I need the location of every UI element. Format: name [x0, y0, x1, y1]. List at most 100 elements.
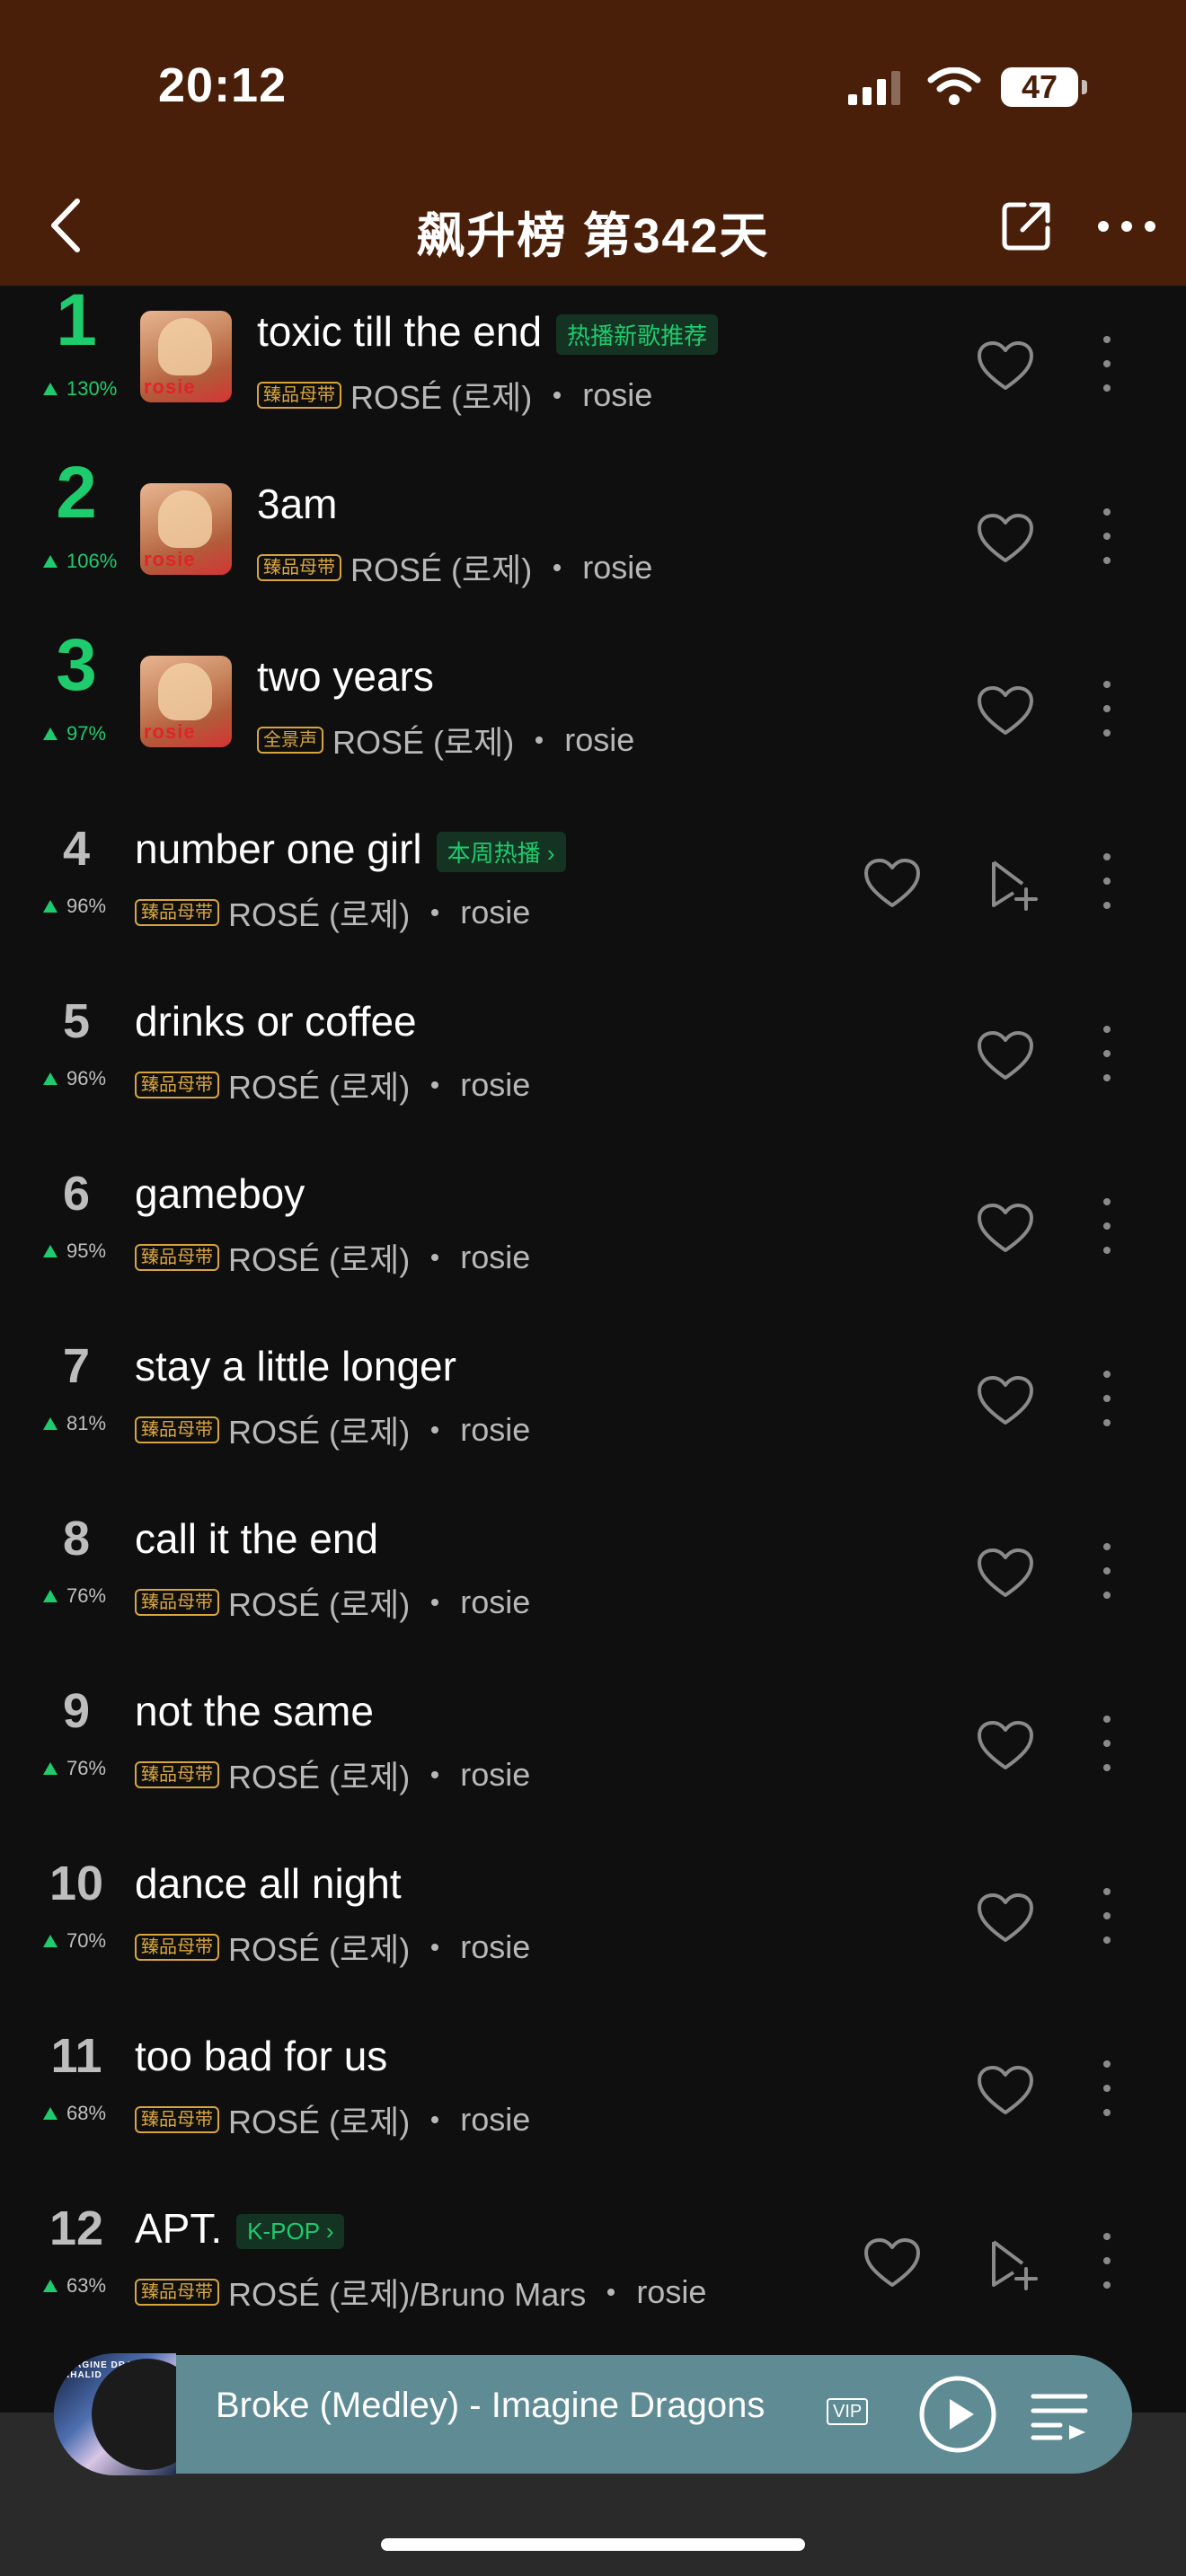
trend-up-icon — [43, 1590, 58, 1602]
song-meta: 臻品母带 ROSÉ (로제) rosie — [135, 1751, 530, 1798]
song-row[interactable]: 10 70% dance all night 臻品母带 ROSÉ (로제) rosie — [0, 1838, 1186, 2010]
song-row[interactable]: 1 130% rosie toxic till the end 热播新歌推荐 臻品母带 RO… — [0, 279, 1186, 458]
song-row[interactable]: 5 96% drinks or coffee 臻品母带 ROSÉ (로제) rosie — [0, 975, 1186, 1148]
song-row[interactable]: 11 68% too bad for us 臻品母带 ROSÉ (로제) rosie — [0, 2010, 1186, 2183]
trend-up-icon — [43, 900, 58, 913]
trend-indicator: 68% — [43, 2102, 106, 2125]
trend-up-icon — [43, 2107, 58, 2120]
play-icon[interactable] — [918, 2375, 997, 2454]
like-heart-icon[interactable] — [976, 1892, 1035, 1944]
album-cover-text: rosie — [144, 548, 196, 570]
song-more-icon[interactable] — [1098, 336, 1116, 392]
artist-name: ROSÉ (로제) — [350, 551, 533, 588]
trend-percent: 63% — [66, 2274, 107, 2297]
song-title-text: too bad for us — [135, 2033, 388, 2079]
album-name: rosie — [460, 1411, 531, 1448]
song-meta: 臻品母带 ROSÉ (로제) rosie — [135, 1062, 530, 1108]
song-title: not the same — [135, 1687, 374, 1735]
song-row[interactable]: 2 106% rosie 3am 臻品母带 ROSÉ (로제) rosie — [0, 452, 1186, 631]
wifi-icon — [927, 67, 981, 105]
trend-percent: 76% — [66, 1584, 107, 1607]
like-heart-icon[interactable] — [976, 1374, 1035, 1426]
artist-name: ROSÉ (로제) — [228, 1931, 411, 1968]
song-title: APT. K-POP › — [135, 2204, 345, 2253]
song-more-icon[interactable] — [1098, 508, 1116, 564]
song-meta: 臻品母带 ROSÉ (로제) rosie — [257, 372, 652, 419]
song-tag[interactable]: K-POP › — [236, 2214, 345, 2250]
trend-percent: 130% — [66, 377, 118, 400]
song-more-icon[interactable] — [1098, 1888, 1116, 1944]
playlist-queue-icon[interactable] — [1030, 2387, 1089, 2441]
song-more-icon[interactable] — [1098, 1543, 1116, 1599]
song-tag[interactable]: 本周热播 › — [436, 832, 566, 873]
trend-indicator: 95% — [43, 1239, 106, 1263]
song-more-icon[interactable] — [1098, 1198, 1116, 1254]
album-name: rosie — [460, 1928, 531, 1965]
share-icon[interactable] — [999, 199, 1053, 253]
like-heart-icon[interactable] — [976, 512, 1035, 564]
artist-name: ROSÉ (로제) — [228, 1069, 411, 1106]
trend-up-icon — [43, 555, 58, 568]
album-name: rosie — [460, 1066, 531, 1103]
album-name: rosie — [460, 894, 531, 931]
quality-badge: 臻品母带 — [257, 382, 341, 409]
trend-up-icon — [43, 1762, 58, 1775]
trend-percent: 97% — [66, 722, 107, 745]
song-title-text: two years — [257, 653, 434, 700]
more-options-button[interactable] — [1098, 214, 1155, 239]
album-cover: rosie — [140, 311, 232, 402]
song-row[interactable]: 8 76% call it the end 臻品母带 ROSÉ (로제) rosie — [0, 1493, 1186, 1665]
trend-indicator: 70% — [43, 1929, 106, 1953]
song-title-text: call it the end — [135, 1515, 379, 1562]
trend-up-icon — [43, 383, 58, 395]
album-name: rosie — [564, 721, 635, 758]
song-more-icon[interactable] — [1098, 2233, 1116, 2289]
like-heart-icon[interactable] — [863, 857, 922, 909]
song-row[interactable]: 3 97% rosie two years 全景声 ROSÉ (로제) rosie — [0, 624, 1186, 803]
like-heart-icon[interactable] — [863, 2236, 922, 2289]
song-title: drinks or coffee — [135, 997, 417, 1045]
song-row[interactable]: 9 76% not the same 臻品母带 ROSÉ (로제) rosie — [0, 1665, 1186, 1838]
rank-number: 3 — [56, 624, 97, 706]
album-cover: rosie — [140, 656, 232, 747]
song-more-icon[interactable] — [1098, 1026, 1116, 1081]
song-more-icon[interactable] — [1098, 2060, 1116, 2116]
song-tag[interactable]: 热播新歌推荐 — [556, 314, 719, 356]
artist-name: ROSÉ (로제) — [228, 896, 411, 933]
rank-number: 2 — [56, 452, 97, 534]
trend-percent: 81% — [66, 1412, 107, 1434]
trend-percent: 70% — [66, 1929, 107, 1952]
song-list: 1 130% rosie toxic till the end 热播新歌推荐 臻品母带 RO… — [0, 279, 1186, 2355]
trend-percent: 95% — [66, 1239, 107, 1262]
song-more-icon[interactable] — [1098, 1371, 1116, 1426]
like-heart-icon[interactable] — [976, 1202, 1035, 1254]
mini-player[interactable]: Broke (Medley) - Imagine Dragons VIP — [54, 2355, 1132, 2474]
like-heart-icon[interactable] — [976, 1547, 1035, 1599]
song-more-icon[interactable] — [1098, 681, 1116, 737]
now-playing-album-art[interactable]: IMAGINE DRAGONS • KHALID — [54, 2353, 176, 2475]
add-to-playlist-icon[interactable] — [987, 857, 1042, 911]
song-row[interactable]: 12 63% APT. K-POP › 臻品母带 ROSÉ (로제)/Bruno Mars… — [0, 2183, 1186, 2355]
artist-name: ROSÉ (로제) — [332, 724, 515, 761]
add-to-playlist-icon[interactable] — [987, 2236, 1042, 2290]
song-title: too bad for us — [135, 2032, 387, 2080]
separator-dot — [535, 737, 544, 744]
like-heart-icon[interactable] — [976, 684, 1035, 737]
like-heart-icon[interactable] — [976, 2064, 1035, 2116]
like-heart-icon[interactable] — [976, 1029, 1035, 1081]
like-heart-icon[interactable] — [976, 1719, 1035, 1771]
song-meta: 全景声 ROSÉ (로제) rosie — [257, 717, 634, 763]
song-row[interactable]: 4 96% number one girl 本周热播 › 臻品母带 ROSÉ (로제) ro… — [0, 803, 1186, 975]
separator-dot — [431, 909, 439, 916]
song-more-icon[interactable] — [1098, 1716, 1116, 1771]
cellular-signal-icon — [848, 71, 900, 105]
song-meta: 臻品母带 ROSÉ (로제) rosie — [135, 1924, 530, 1971]
song-more-icon[interactable] — [1098, 853, 1116, 909]
song-row[interactable]: 7 81% stay a little longer 臻品母带 ROSÉ (로제) ros… — [0, 1320, 1186, 1493]
artist-name: ROSÉ (로제) — [228, 1586, 411, 1623]
song-row[interactable]: 6 95% gameboy 臻品母带 ROSÉ (로제) rosie — [0, 1148, 1186, 1320]
like-heart-icon[interactable] — [976, 340, 1035, 392]
quality-badge: 臻品母带 — [257, 554, 341, 581]
song-title: toxic till the end 热播新歌推荐 — [257, 307, 719, 356]
album-name: rosie — [582, 376, 653, 413]
